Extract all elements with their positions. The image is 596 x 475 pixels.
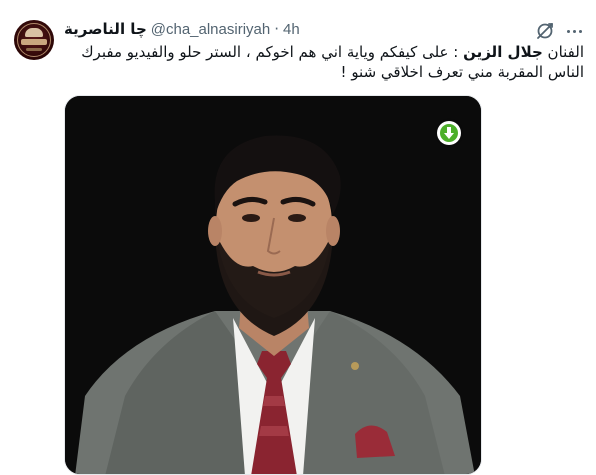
author-name[interactable]: چا الناصرية [64, 20, 147, 38]
author-handle[interactable]: @cha_alnasiriyah [151, 21, 270, 38]
more-icon[interactable] [563, 21, 585, 41]
avatar-logo-mark [25, 28, 43, 37]
more-dot [578, 29, 582, 33]
more-dot [572, 29, 576, 33]
timestamp[interactable]: 4h [283, 21, 300, 38]
avatar-logo-bar [21, 39, 47, 45]
tweet-media-photo[interactable] [64, 95, 482, 475]
tweet-text: الفنان جلال الزين : على كيفكم وياية اني … [64, 42, 584, 82]
grok-icon[interactable] [535, 21, 555, 41]
portrait-illustration [65, 96, 481, 474]
text-mention: جلال الزين [463, 43, 543, 61]
avatar[interactable] [14, 20, 54, 60]
text-prefix: الفنان [542, 43, 584, 61]
avatar-logo-underline [26, 48, 42, 51]
tweet-header: چا الناصرية @cha_alnasiriyah · 4h [64, 19, 300, 39]
separator: · [274, 20, 279, 38]
tweet[interactable]: چا الناصرية @cha_alnasiriyah · 4h الفنان… [0, 0, 596, 475]
more-dot [566, 29, 570, 33]
download-icon[interactable] [437, 121, 461, 145]
